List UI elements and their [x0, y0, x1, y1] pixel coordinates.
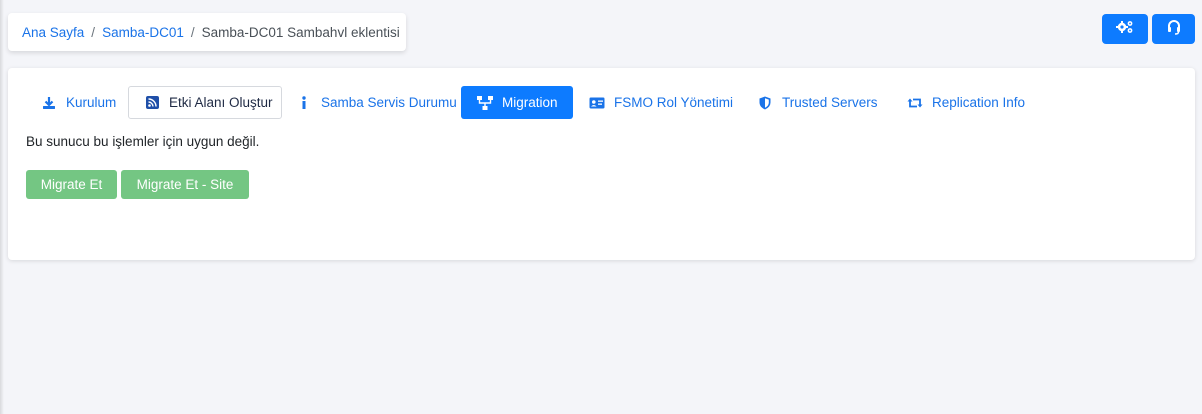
- tab-migration[interactable]: Migration: [461, 86, 573, 119]
- tab-samba-servis-durumu[interactable]: Samba Servis Durumu: [282, 86, 461, 119]
- migrate-site-button[interactable]: Migrate Et - Site: [121, 170, 249, 199]
- breadcrumb-separator: /: [91, 24, 96, 40]
- rss-icon: [144, 95, 160, 111]
- breadcrumb-current: Samba-DC01 Sambahvl eklentisi: [201, 24, 400, 40]
- status-message: Bu sunucu bu işlemler için uygun değil.: [26, 134, 260, 149]
- migrate-button[interactable]: Migrate Et: [26, 170, 117, 199]
- id-card-icon: [589, 95, 605, 111]
- settings-button[interactable]: [1102, 14, 1148, 44]
- tab-label: Etki Alanı Oluştur: [169, 95, 273, 110]
- shield-icon: [757, 95, 773, 111]
- retweet-icon: [907, 95, 923, 111]
- tab-etki-alani-olustur[interactable]: Etki Alanı Oluştur: [128, 86, 282, 119]
- tab-label: FSMO Rol Yönetimi: [614, 95, 734, 110]
- tab-bar: Kurulum Etki Alanı Oluştur Samba Servis …: [26, 86, 1031, 119]
- tab-label: Kurulum: [66, 95, 117, 110]
- sidebar-edge: [0, 0, 4, 414]
- tab-label: Replication Info: [932, 95, 1026, 110]
- tab-kurulum[interactable]: Kurulum: [26, 86, 128, 119]
- tab-label: Samba Servis Durumu: [321, 95, 457, 110]
- breadcrumb-server-link[interactable]: Samba-DC01: [102, 25, 184, 40]
- tab-replication-info[interactable]: Replication Info: [891, 86, 1031, 119]
- info-icon: [296, 95, 312, 111]
- sitemap-icon: [477, 95, 493, 111]
- download-icon: [41, 95, 57, 111]
- gears-icon: [1116, 20, 1134, 39]
- support-button[interactable]: [1152, 14, 1195, 44]
- headset-icon: [1166, 19, 1182, 40]
- breadcrumb: Ana Sayfa / Samba-DC01 / Samba-DC01 Samb…: [8, 13, 406, 51]
- tab-trusted-servers[interactable]: Trusted Servers: [741, 86, 891, 119]
- tab-fsmo-rol-yonetimi[interactable]: FSMO Rol Yönetimi: [573, 86, 741, 119]
- breadcrumb-home-link[interactable]: Ana Sayfa: [22, 25, 84, 40]
- content-card: Kurulum Etki Alanı Oluştur Samba Servis …: [8, 68, 1195, 260]
- tab-label: Trusted Servers: [782, 95, 878, 110]
- tab-label: Migration: [502, 95, 558, 110]
- breadcrumb-separator: /: [190, 24, 195, 40]
